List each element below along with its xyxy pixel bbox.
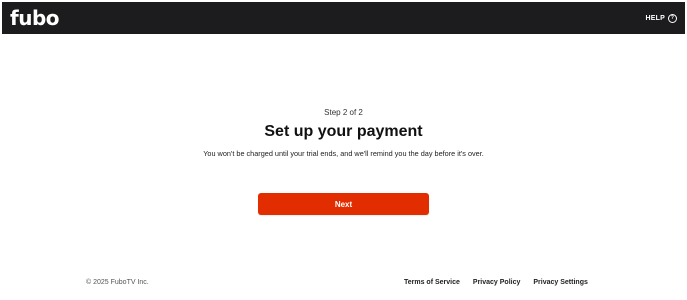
next-button[interactable]: Next: [258, 193, 429, 215]
page-title: Set up your payment: [264, 123, 423, 140]
help-button[interactable]: HELP ?: [645, 13, 677, 23]
question-circle-icon: ?: [668, 13, 677, 23]
copyright-text: © 2025 FuboTV Inc.: [86, 279, 149, 286]
footer-links: Terms of Service Privacy Policy Privacy …: [404, 279, 588, 286]
terms-of-service-link[interactable]: Terms of Service: [404, 279, 460, 286]
privacy-policy-link[interactable]: Privacy Policy: [473, 279, 520, 286]
help-label: HELP: [645, 14, 665, 22]
top-bar: fubo HELP ?: [2, 2, 685, 34]
step-indicator: Step 2 of 2: [324, 108, 363, 117]
page-subtitle: You won't be charged until your trial en…: [203, 149, 484, 158]
fubo-logo[interactable]: fubo: [10, 6, 60, 30]
privacy-settings-link[interactable]: Privacy Settings: [533, 279, 587, 286]
